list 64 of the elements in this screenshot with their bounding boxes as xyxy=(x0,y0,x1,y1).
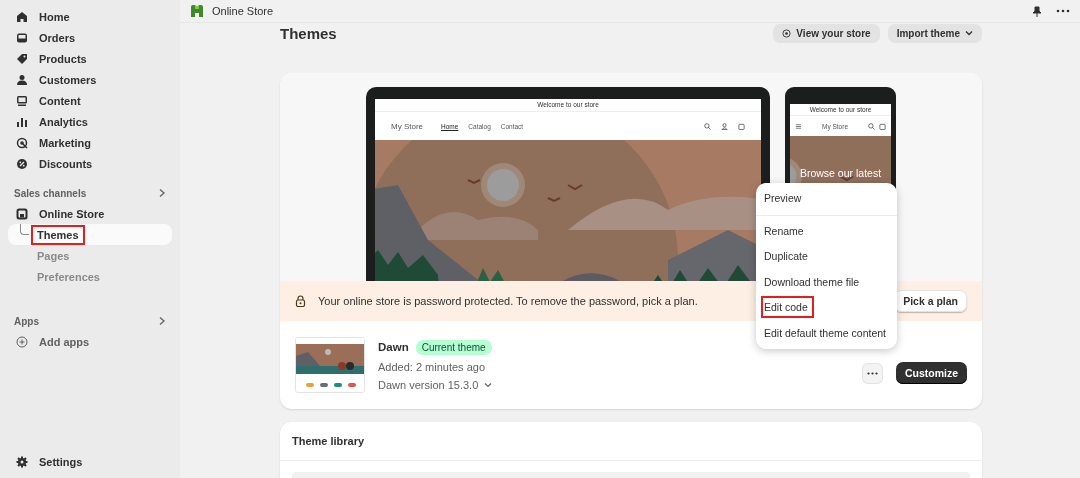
nav-item[interactable]: Content xyxy=(8,90,172,111)
cart-icon xyxy=(879,122,886,130)
discount-icon xyxy=(16,157,28,170)
menu-item[interactable]: Download theme file xyxy=(756,269,897,295)
more-actions-button[interactable] xyxy=(861,363,883,384)
section-label: Apps xyxy=(14,315,39,327)
subitem-label: Preferences xyxy=(36,269,101,285)
menu-item[interactable]: Duplicate xyxy=(756,244,897,270)
chevron-right-icon[interactable] xyxy=(158,316,166,326)
add-apps-link[interactable]: Add apps xyxy=(8,331,172,352)
tag-icon xyxy=(16,52,28,65)
nav-item[interactable]: Discounts xyxy=(8,153,172,174)
store-icon xyxy=(16,207,28,220)
chevron-down-icon xyxy=(484,381,493,388)
nav-item[interactable]: Orders xyxy=(8,27,172,48)
pin-icon[interactable] xyxy=(1032,5,1042,17)
store-name: My Store xyxy=(391,121,423,131)
import-theme-button[interactable]: Import theme xyxy=(887,23,982,43)
menu-item[interactable]: Rename xyxy=(756,218,897,244)
pick-plan-button[interactable]: Pick a plan xyxy=(894,290,967,312)
plus-circle-icon xyxy=(16,335,28,348)
person-icon xyxy=(16,73,28,86)
search-icon xyxy=(868,122,875,130)
menu-icon xyxy=(795,122,802,130)
nav-item[interactable]: Marketing xyxy=(8,132,172,153)
menu-item[interactable]: Preview xyxy=(756,186,897,212)
view-store-button[interactable]: View your store xyxy=(773,23,880,43)
chevron-right-icon[interactable] xyxy=(158,188,166,198)
chevron-down-icon xyxy=(965,30,973,36)
settings-item[interactable]: Settings xyxy=(8,451,172,472)
added-time: Added: 2 minutes ago xyxy=(378,360,487,373)
cart-icon xyxy=(738,122,745,130)
section-title: Theme library xyxy=(280,422,982,461)
monitor-icon xyxy=(16,94,28,107)
lock-icon xyxy=(295,295,306,307)
nav-item[interactable]: Home xyxy=(8,6,172,27)
menu-item[interactable]: Edit default theme content xyxy=(756,320,897,346)
inbox-icon xyxy=(16,31,28,44)
target-icon xyxy=(16,136,28,149)
page-title: Themes xyxy=(280,24,338,42)
nav-subitem[interactable]: Themes xyxy=(8,224,172,245)
app-logo-icon xyxy=(190,4,204,18)
nav-item[interactable]: Analytics xyxy=(8,111,172,132)
customize-button[interactable]: Customize xyxy=(895,362,967,384)
bar-chart-icon xyxy=(16,115,28,128)
theme-name: Dawn xyxy=(378,341,409,353)
home-icon xyxy=(16,10,28,23)
nav-item[interactable]: Customers xyxy=(8,69,172,90)
more-icon xyxy=(866,372,878,375)
menu-item[interactable]: Edit code xyxy=(756,295,897,321)
nav-item[interactable]: Products xyxy=(8,48,172,69)
app-title: Online Store xyxy=(212,5,275,17)
search-icon xyxy=(704,122,711,130)
eye-icon xyxy=(782,28,792,38)
subitem-label: Pages xyxy=(36,248,71,264)
current-theme-badge: Current theme xyxy=(415,339,492,355)
section-label: Sales channels xyxy=(14,187,87,199)
highlighted-label: Themes xyxy=(31,224,85,245)
settings-icon xyxy=(16,455,28,468)
hero-headline: Browse our latest xyxy=(798,167,883,179)
version-dropdown[interactable]: Dawn version 15.3.0 xyxy=(378,378,849,391)
nav-item[interactable]: Online Store xyxy=(8,203,172,224)
account-icon xyxy=(721,122,728,130)
more-icon[interactable] xyxy=(1056,9,1070,13)
